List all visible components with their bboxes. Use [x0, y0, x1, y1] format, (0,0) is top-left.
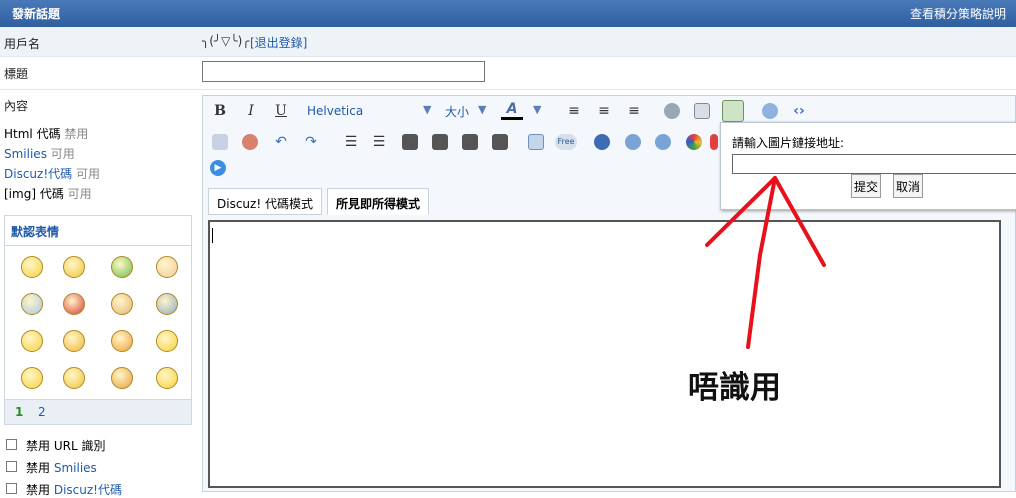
logout-link[interactable]: [退出登錄]: [250, 34, 307, 51]
think-icon[interactable]: [156, 367, 178, 389]
italic-button[interactable]: I: [240, 100, 262, 122]
underline-button[interactable]: U: [270, 100, 292, 122]
code-status-img: [img] 代碼 可用: [4, 187, 92, 201]
grin-icon[interactable]: [63, 256, 85, 278]
checkbox[interactable]: [6, 461, 17, 472]
align-left-icon[interactable]: ≡: [563, 100, 585, 122]
real-media-icon[interactable]: [625, 134, 641, 150]
title-label: 標題: [4, 67, 29, 81]
checkbox[interactable]: [6, 439, 17, 450]
media-player-icon[interactable]: [686, 134, 702, 150]
flash-icon[interactable]: [594, 134, 610, 150]
cry-icon[interactable]: [63, 367, 85, 389]
cancel-button[interactable]: 取消: [893, 174, 924, 198]
wink-icon[interactable]: [111, 330, 133, 352]
sad-icon[interactable]: [156, 330, 178, 352]
angry-icon[interactable]: [63, 330, 85, 352]
page-2[interactable]: 2: [38, 405, 46, 419]
image-url-input[interactable]: [732, 154, 1016, 174]
smilies-title: 默認表情: [5, 216, 191, 246]
font-color-button[interactable]: A: [501, 98, 523, 120]
tab-discuz-code[interactable]: Discuz! 代碼模式: [208, 188, 322, 215]
annotation-text: 唔識用: [688, 370, 781, 406]
bold-button[interactable]: B: [209, 100, 231, 122]
unordered-list-icon[interactable]: ☰: [368, 131, 390, 153]
smile-icon[interactable]: [21, 256, 43, 278]
submit-button[interactable]: 提交: [851, 174, 882, 198]
email-icon[interactable]: [694, 103, 710, 119]
image-icon[interactable]: [722, 100, 744, 122]
username-label: 用戶名: [4, 37, 41, 51]
title-input[interactable]: [202, 61, 485, 82]
video-play-icon[interactable]: ▶: [210, 160, 226, 176]
code-status-list: Html 代碼 禁用 Smilies 可用 Discuz!代碼 可用 [img]…: [4, 125, 100, 205]
float-right-icon[interactable]: [492, 134, 508, 150]
rm-icon[interactable]: [655, 134, 671, 150]
figure-icon[interactable]: [111, 256, 133, 278]
option-url[interactable]: 禁用 URL 識別: [6, 437, 105, 454]
option-smilies[interactable]: 禁用 Smilies: [6, 459, 97, 476]
unlink-icon[interactable]: [242, 134, 258, 150]
shy-icon[interactable]: [21, 367, 43, 389]
font-select[interactable]: Helvetica: [307, 104, 363, 118]
ordered-list-icon[interactable]: ☰: [340, 131, 362, 153]
float-left-icon[interactable]: [462, 134, 478, 150]
quote-icon[interactable]: [762, 103, 778, 119]
remove-format-icon[interactable]: [212, 134, 228, 150]
clock-icon[interactable]: [21, 293, 43, 315]
redo-icon[interactable]: ↷: [300, 131, 322, 153]
victory-icon[interactable]: [156, 256, 178, 278]
text-cursor: [212, 228, 213, 243]
chevron-down-icon[interactable]: ▼: [423, 103, 431, 116]
options-list: 禁用 URL 識別 禁用 Smilies 禁用 Discuz!代碼: [6, 437, 196, 497]
option-discuz[interactable]: 禁用 Discuz!代碼: [6, 481, 122, 498]
fight-icon[interactable]: [111, 367, 133, 389]
free-icon[interactable]: Free: [555, 134, 577, 150]
handshake-icon[interactable]: [111, 293, 133, 315]
align-center-icon[interactable]: ≡: [593, 100, 615, 122]
code-status-smilies: Smilies 可用: [4, 147, 75, 161]
happy-icon[interactable]: [21, 330, 43, 352]
align-right-icon[interactable]: ≡: [623, 100, 645, 122]
code-status-html: Html 代碼 禁用: [4, 127, 89, 141]
table-icon[interactable]: [528, 134, 544, 150]
checkbox[interactable]: [6, 483, 17, 494]
content-textarea[interactable]: [208, 220, 1001, 488]
page-header: 發新話題 查看積分策略說明: [0, 0, 1016, 27]
code-status-discuz: Discuz!代碼 可用: [4, 167, 100, 181]
tab-wysiwyg[interactable]: 所見即所得模式: [327, 188, 430, 215]
link-icon[interactable]: [664, 103, 680, 119]
undo-icon[interactable]: ↶: [270, 131, 292, 153]
image-url-popup: 請輸入圖片鏈接地址: 提交 取消: [720, 122, 1016, 210]
chevron-down-icon[interactable]: ▼: [533, 103, 541, 116]
smilies-pager: 1 2: [5, 399, 191, 424]
username-row: 用戶名 ╮(╯▽╰)╭ [退出登錄]: [0, 27, 1016, 57]
indent-icon[interactable]: [432, 134, 448, 150]
credit-policy-link[interactable]: 查看積分策略說明: [910, 5, 1006, 22]
audio-icon[interactable]: [710, 134, 718, 150]
phone-icon[interactable]: [156, 293, 178, 315]
header-title: 發新話題: [12, 7, 61, 21]
image-url-prompt: 請輸入圖片鏈接地址:: [732, 136, 845, 150]
chevron-down-icon[interactable]: ▼: [478, 103, 486, 116]
code-icon[interactable]: ‹›: [788, 100, 810, 122]
page-1[interactable]: 1: [15, 405, 23, 419]
kiss-icon[interactable]: [63, 293, 85, 315]
content-label: 內容: [4, 99, 29, 113]
title-row: 標題: [0, 57, 1016, 90]
outdent-icon[interactable]: [402, 134, 418, 150]
username-value: ╮(╯▽╰)╭: [202, 34, 250, 48]
smilies-panel: 默認表情 1 2: [4, 215, 192, 425]
size-select[interactable]: 大小: [445, 103, 469, 120]
